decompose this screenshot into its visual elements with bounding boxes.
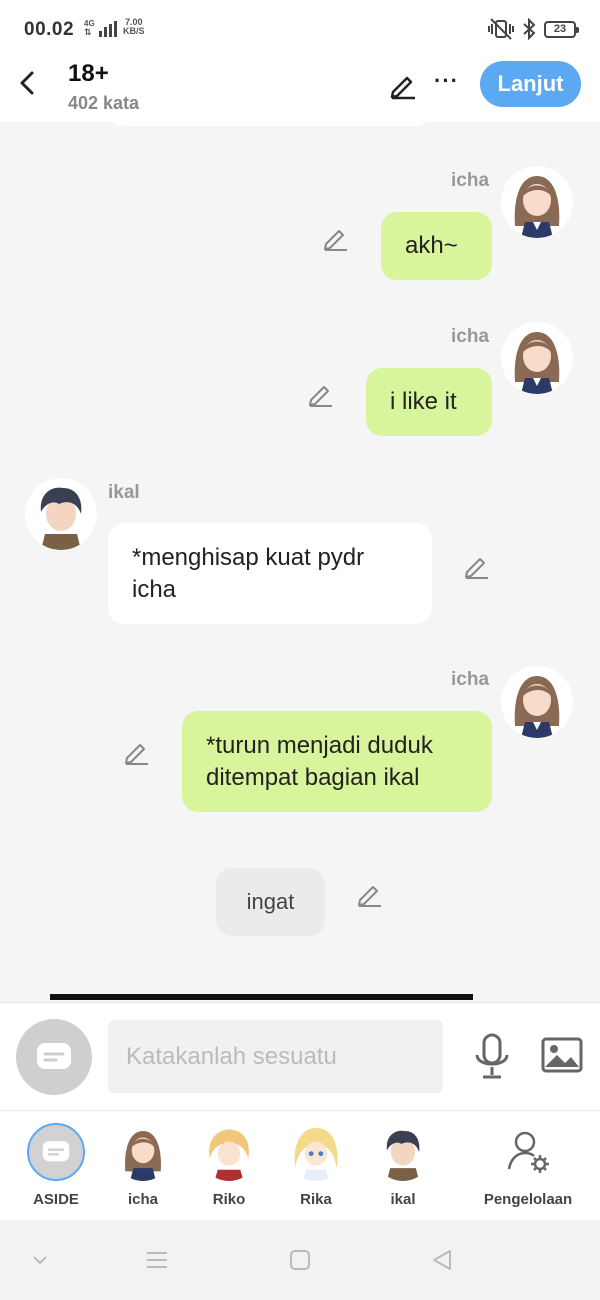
chat-area[interactable]: icha akh~ icha i like it ikal *menghisap…: [0, 122, 600, 1002]
avatar-icha: [114, 1123, 172, 1181]
speed-unit: KB/S: [123, 26, 145, 36]
aside-avatar: [27, 1123, 85, 1181]
bluetooth-icon: [523, 18, 536, 40]
signal-indicator: 4G ⇅: [84, 19, 117, 37]
avatar-icha[interactable]: [501, 666, 573, 738]
microphone-icon[interactable]: [472, 1033, 512, 1081]
chevron-down-icon[interactable]: [26, 1246, 54, 1274]
message-text: *turun menjadi duduk: [206, 731, 433, 759]
status-icons: 23: [488, 18, 579, 40]
message-text: ditempat bagian ikal: [206, 763, 420, 791]
character-rika[interactable]: Rika: [276, 1123, 356, 1208]
aside-bubble[interactable]: ingat: [216, 868, 325, 936]
avatar-riko: [200, 1123, 258, 1181]
aside-toggle-button[interactable]: [16, 1019, 92, 1095]
message-bubble[interactable]: i like it: [366, 368, 492, 436]
message-text: icha: [132, 575, 177, 603]
chat-bubble-icon: [42, 1141, 70, 1162]
status-time: 00.02: [24, 19, 75, 40]
chevron-left-icon[interactable]: [14, 68, 42, 98]
message-bubble[interactable]: akh~: [381, 212, 492, 280]
word-count: 402 kata: [68, 93, 140, 113]
system-nav-bar: [0, 1220, 600, 1300]
sender-name: icha: [451, 326, 490, 347]
sender-name: icha: [451, 669, 490, 690]
character-riko[interactable]: Riko: [189, 1123, 269, 1208]
user-settings-icon: [499, 1123, 557, 1181]
menu-icon[interactable]: [143, 1246, 171, 1274]
avatar-icha[interactable]: [501, 166, 573, 238]
character-label: ikal: [390, 1191, 416, 1208]
vibrate-icon: [488, 18, 514, 40]
avatar-rika: [287, 1123, 345, 1181]
character-label: Pengelolaan: [483, 1191, 573, 1208]
character-label: Rika: [300, 1191, 332, 1208]
input-bar: Katakanlah sesuatu: [0, 1002, 600, 1110]
pencil-icon[interactable]: [322, 224, 350, 252]
network-speed: 7.00 KB/S: [123, 18, 145, 36]
avatar-icha[interactable]: [501, 322, 573, 394]
character-management[interactable]: Pengelolaan: [478, 1123, 578, 1208]
message-bubble[interactable]: *menghisap kuat pydr icha: [108, 523, 432, 624]
avatar-ikal[interactable]: [25, 478, 97, 550]
sender-name: ikal: [108, 482, 140, 503]
character-bar: ASIDE icha Riko Rika ikal Pengelolaan: [0, 1110, 600, 1220]
story-header: 18+ 402 kata ··· Lanjut: [0, 58, 600, 122]
character-label: icha: [127, 1191, 158, 1208]
battery-icon: 23: [544, 20, 579, 38]
status-bar: 00.02 4G ⇅ 7.00 KB/S 23: [0, 0, 600, 58]
sender-name: icha: [451, 170, 490, 191]
data-arrows-icon: ⇅: [84, 27, 92, 37]
character-label: Riko: [212, 1191, 246, 1208]
more-dots-icon[interactable]: ···: [434, 68, 459, 94]
pencil-icon[interactable]: [463, 552, 491, 580]
character-aside[interactable]: ASIDE: [16, 1123, 96, 1208]
character-ikal[interactable]: ikal: [363, 1123, 443, 1208]
signal-bars-icon: [98, 21, 117, 37]
story-title: 18+: [68, 60, 109, 87]
home-icon[interactable]: [286, 1246, 314, 1274]
avatar-ikal: [374, 1123, 432, 1181]
message-input[interactable]: Katakanlah sesuatu: [108, 1020, 443, 1093]
previous-bubble: [108, 122, 430, 126]
scroll-indicator: [50, 994, 473, 1000]
pencil-icon[interactable]: [307, 380, 335, 408]
pencil-icon[interactable]: [123, 738, 151, 766]
character-icha[interactable]: icha: [103, 1123, 183, 1208]
chat-bubble-icon: [37, 1043, 71, 1069]
pencil-icon[interactable]: [356, 880, 384, 908]
message-text: *menghisap kuat pydr: [132, 543, 365, 571]
character-label: ASIDE: [33, 1191, 79, 1208]
image-icon[interactable]: [541, 1035, 583, 1075]
message-bubble[interactable]: *turun menjadi duduk ditempat bagian ika…: [182, 711, 492, 812]
back-triangle-icon[interactable]: [428, 1246, 456, 1274]
next-button[interactable]: Lanjut: [480, 61, 581, 107]
pencil-icon[interactable]: [388, 70, 418, 100]
